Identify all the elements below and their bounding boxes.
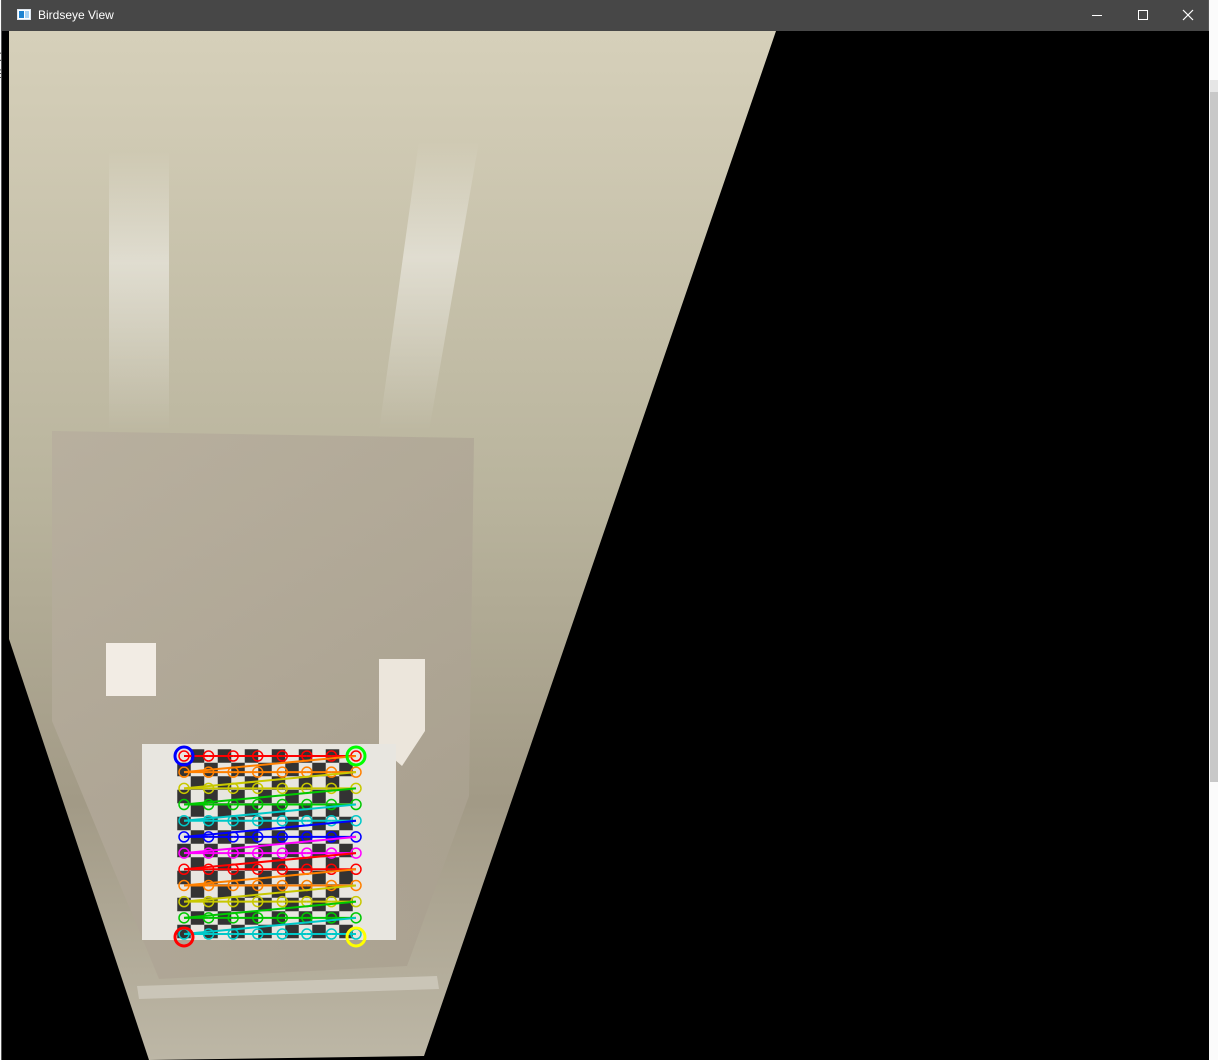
birdseye-window: Birdseye View xyxy=(1,0,1209,1060)
chessboard-square xyxy=(339,870,353,885)
chessboard-square xyxy=(339,789,353,804)
chessboard-square xyxy=(231,870,245,885)
image-canvas[interactable] xyxy=(9,31,1209,1060)
opencv-window-icon xyxy=(17,9,31,20)
background-scrollbar-thumb[interactable] xyxy=(1210,92,1218,782)
chessboard-square xyxy=(285,789,299,804)
chessboard-square xyxy=(285,870,299,885)
minimize-icon xyxy=(1092,15,1102,16)
minimize-button[interactable] xyxy=(1074,0,1120,31)
window-title: Birdseye View xyxy=(38,8,114,22)
light-reflection xyxy=(109,151,169,431)
title-bar[interactable]: Birdseye View xyxy=(2,0,1208,31)
background-scrollbar[interactable] xyxy=(1210,80,1218,782)
close-button[interactable] xyxy=(1165,0,1211,31)
chessboard-square xyxy=(177,789,191,804)
maximize-button[interactable] xyxy=(1120,0,1166,31)
calibration-chessboard xyxy=(142,744,396,948)
light-reflection xyxy=(106,643,156,696)
birdseye-image xyxy=(9,31,776,1060)
chessboard-square xyxy=(231,789,245,804)
maximize-icon xyxy=(1138,10,1148,20)
close-icon xyxy=(1182,9,1194,21)
chessboard-square xyxy=(312,924,326,939)
